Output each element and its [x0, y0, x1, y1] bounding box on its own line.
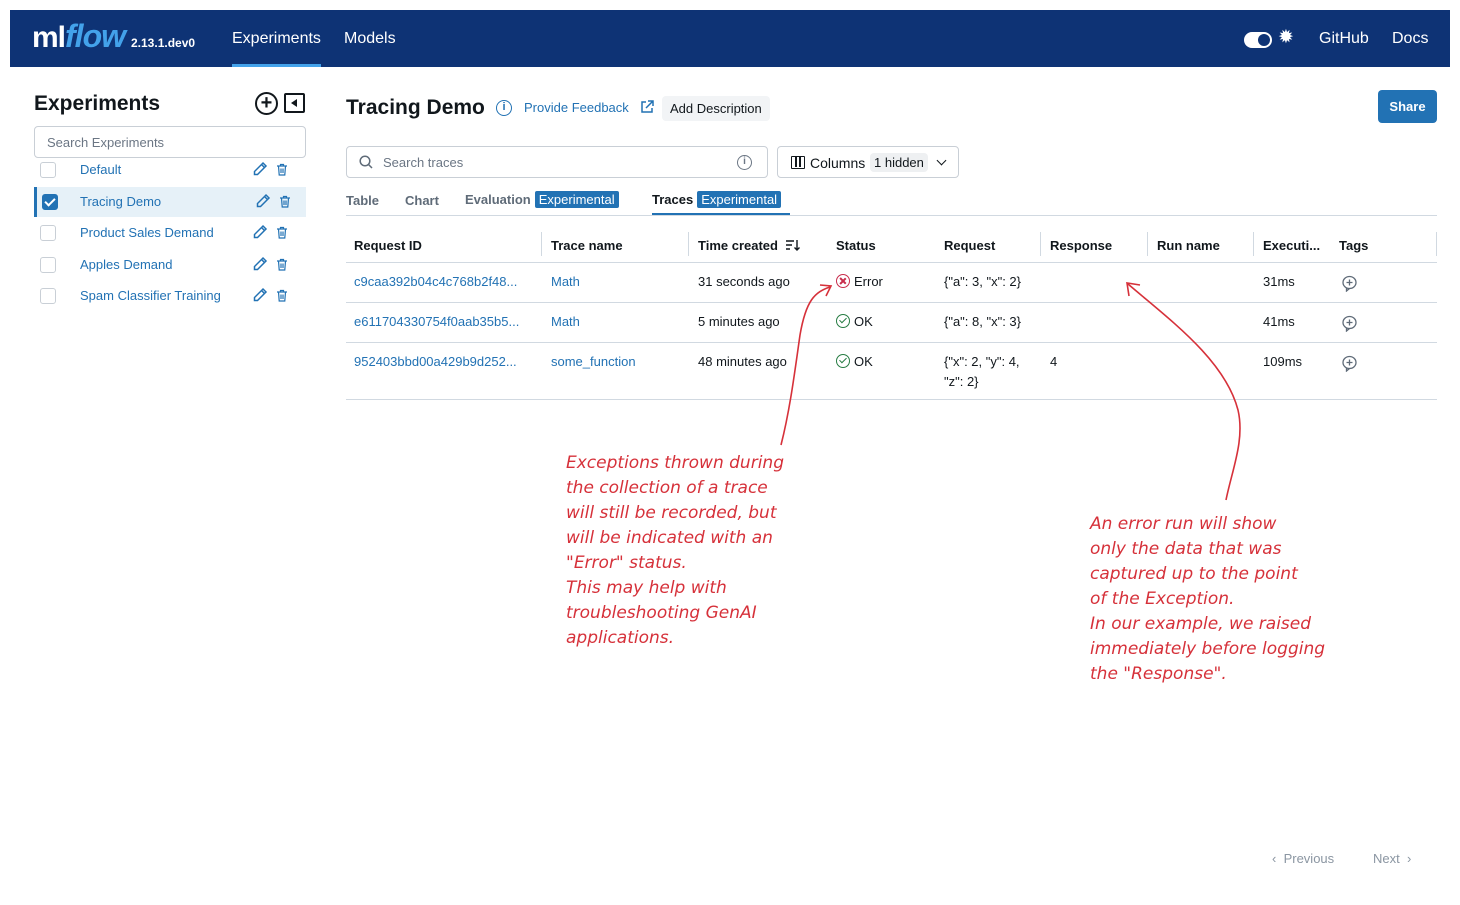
annotation-line: This may help with: [566, 578, 727, 598]
previous-page-button[interactable]: ‹ Previous: [1272, 851, 1334, 866]
annotation-line: applications.: [566, 628, 675, 648]
previous-label: Previous: [1283, 851, 1335, 866]
annotation-line: troubleshooting GenAI: [566, 603, 757, 623]
annotation-line: "Error" status.: [566, 553, 687, 573]
next-page-button[interactable]: Next ›: [1373, 851, 1411, 866]
annotation-note-partial-data: An error run will show only the data that…: [1090, 512, 1325, 687]
chevron-left-icon: ‹: [1272, 851, 1277, 866]
annotation-line: the collection of a trace: [566, 478, 768, 498]
annotation-line: In our example, we raised: [1090, 614, 1312, 634]
annotation-line: immediately before logging: [1090, 639, 1326, 659]
annotation-line: Exceptions thrown during: [566, 453, 784, 473]
annotation-line: An error run will show: [1090, 514, 1277, 534]
chevron-right-icon: ›: [1406, 851, 1412, 866]
annotation-line: only the data that was: [1090, 539, 1282, 559]
annotation-arrow-left: [780, 286, 831, 446]
annotation-line: captured up to the point: [1090, 564, 1298, 584]
annotation-line: the "Response".: [1090, 664, 1227, 684]
annotation-line: of the Exception.: [1090, 589, 1235, 609]
annotation-line: will be indicated with an: [566, 528, 773, 548]
annotation-line: will still be recorded, but: [566, 503, 777, 523]
annotation-note-error-status: Exceptions thrown during the collection o…: [566, 451, 784, 651]
next-label: Next: [1373, 851, 1400, 866]
annotation-arrow-right: [1127, 283, 1241, 501]
